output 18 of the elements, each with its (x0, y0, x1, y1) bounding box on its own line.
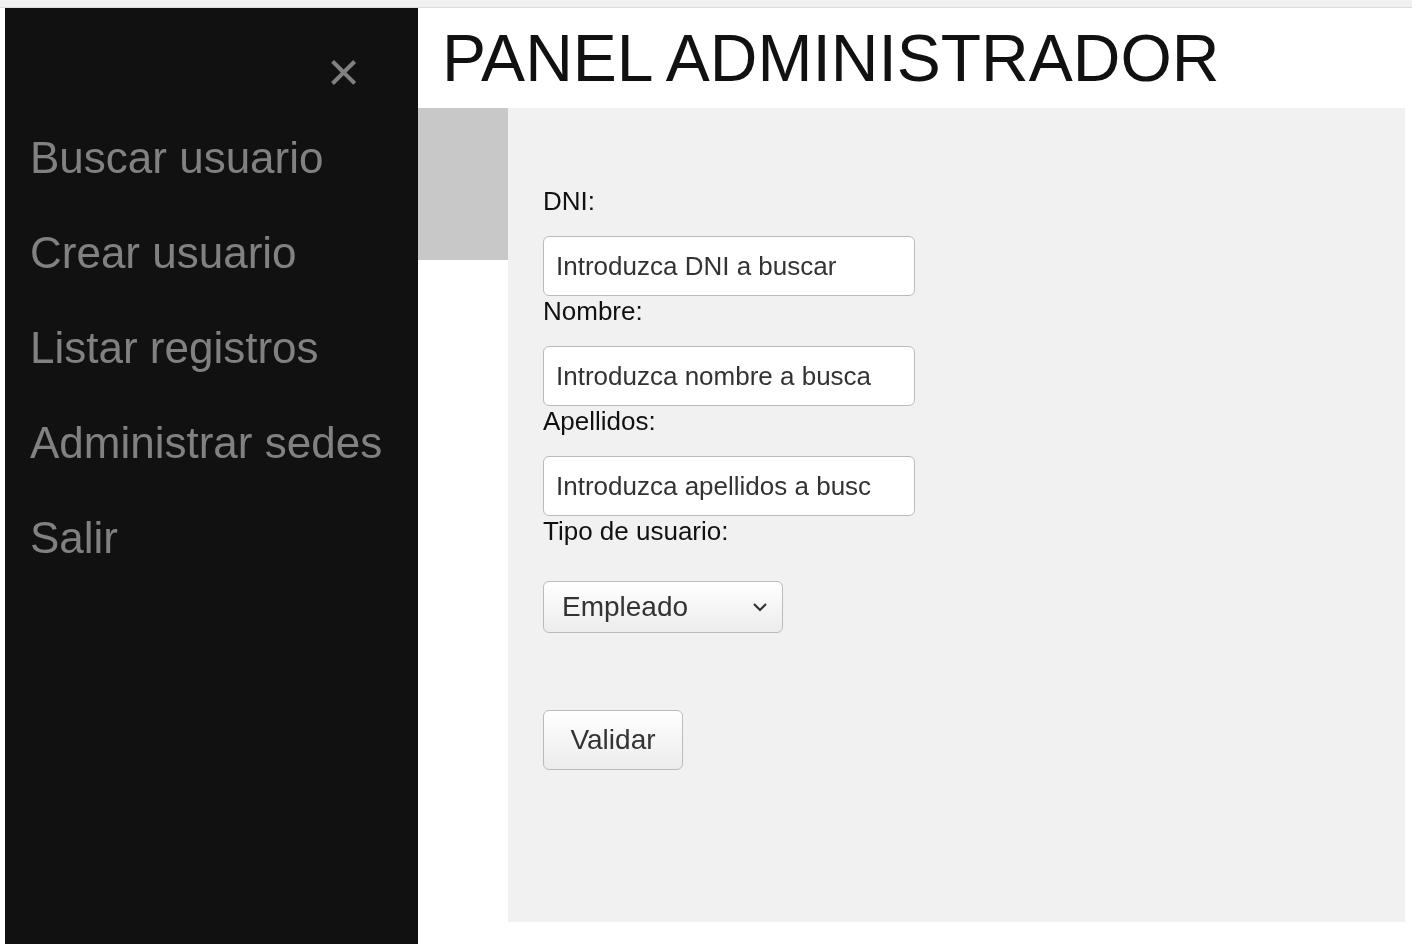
field-label: Apellidos: (543, 406, 656, 436)
dropdown-value: Empleado (562, 590, 689, 624)
sidebar-link[interactable]: Crear usuario (30, 205, 297, 300)
sidebar-link[interactable]: Salir (30, 490, 119, 585)
close-button[interactable]: × (327, 44, 360, 100)
field-label: Nombre: (543, 296, 643, 326)
field-label: DNI: (543, 186, 595, 216)
page-title: PANEL ADMINISTRADOR (441, 20, 1221, 97)
input-field[interactable]: Introduzca apellidos a busc (543, 456, 915, 516)
input-field[interactable]: Introduzca DNI a buscar (543, 236, 915, 296)
chevron-down-icon (752, 602, 768, 612)
dropdown[interactable]: Empleado (543, 581, 783, 633)
sidebar-link[interactable]: Listar registros (30, 300, 319, 395)
sidebar-link[interactable]: Administrar sedes (30, 395, 383, 490)
input-field[interactable]: Introduzca nombre a busca (543, 346, 915, 406)
field-label: Tipo de usuario: (543, 516, 729, 546)
sidebar-link[interactable]: Buscar usuario (30, 110, 324, 205)
validate-button[interactable]: Validar (543, 710, 683, 770)
